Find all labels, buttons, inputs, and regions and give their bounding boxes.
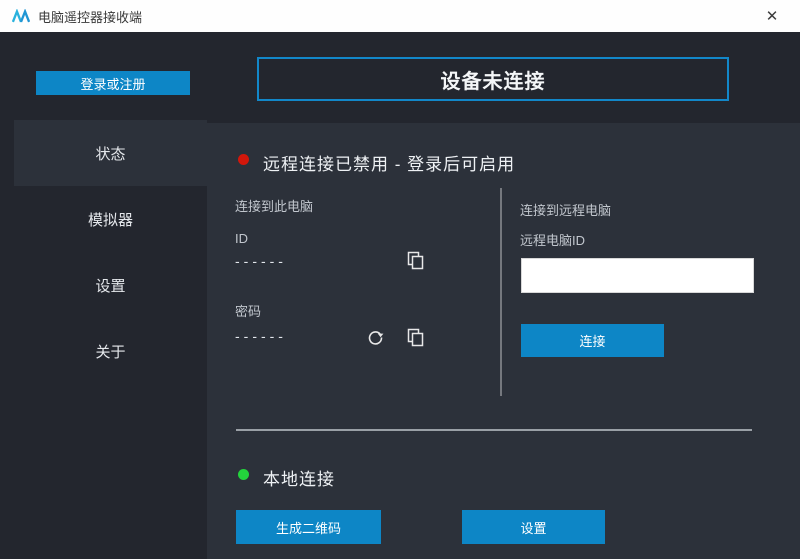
copy-icon [407,328,423,346]
copy-icon [407,251,423,269]
local-connection-header: 本地连接 [263,470,335,489]
title-bar: 电脑遥控器接收端 ✕ [0,0,800,32]
generate-qr-button[interactable]: 生成二维码 [236,510,381,544]
copy-id-button[interactable] [405,249,425,271]
vertical-divider [500,188,502,396]
local-status-dot [238,469,249,480]
sidebar-item-status[interactable]: 状态 [14,120,207,186]
sidebar-item-about[interactable]: 关于 [14,318,207,384]
password-value: ------ [235,328,287,344]
remote-status-header: 远程连接已禁用 - 登录后可启用 [263,155,516,174]
status-panel: 远程连接已禁用 - 登录后可启用 连接到此电脑 ID ------ 密码 ---… [207,123,800,559]
remote-pc-id-input[interactable] [521,258,754,293]
window-title: 电脑遥控器接收端 [38,9,143,25]
sidebar-item-settings[interactable]: 设置 [14,252,207,318]
app-logo-icon [12,8,30,22]
id-value: ------ [235,253,287,269]
login-register-button[interactable]: 登录或注册 [36,71,190,95]
this-pc-section-label: 连接到此电脑 [235,199,314,214]
remote-status-dot [238,154,249,165]
remote-pc-id-label: 远程电脑ID [520,233,586,248]
remote-pc-section-label: 连接到远程电脑 [520,203,612,218]
local-settings-button[interactable]: 设置 [462,510,605,544]
refresh-icon [368,330,383,345]
connect-button[interactable]: 连接 [521,324,664,357]
close-button[interactable]: ✕ [752,0,792,31]
refresh-password-button[interactable] [365,326,385,348]
sidebar-item-emulator[interactable]: 模拟器 [14,186,207,252]
id-label: ID [235,231,248,246]
sidebar: 状态 模拟器 设置 关于 [14,120,207,559]
password-label: 密码 [235,304,262,319]
copy-password-button[interactable] [405,326,425,348]
horizontal-divider [236,429,752,431]
app-window: 登录或注册 设备未连接 状态 模拟器 设置 关于 远程连接已禁用 - 登录后可启… [0,32,800,559]
device-status-banner: 设备未连接 [257,57,729,101]
device-status-text: 设备未连接 [440,70,546,93]
